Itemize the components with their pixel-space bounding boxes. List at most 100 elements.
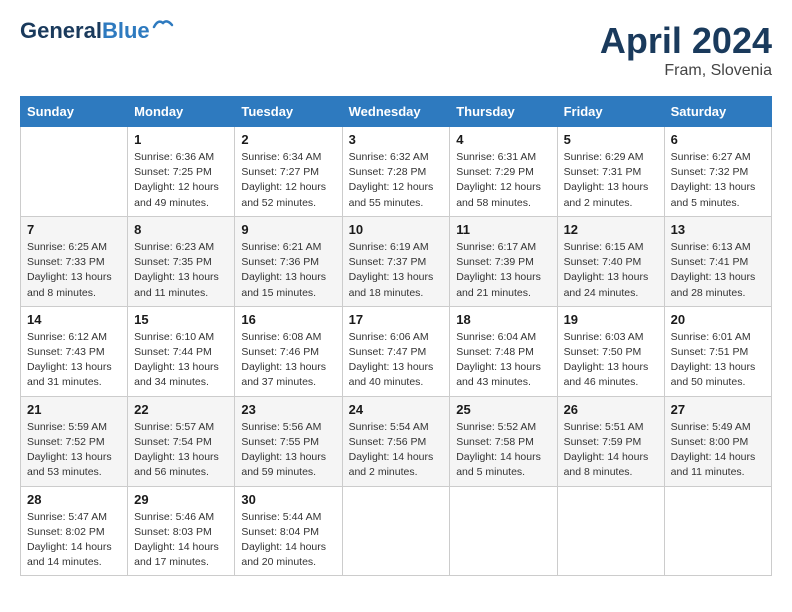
day-info: Sunrise: 6:31 AM Sunset: 7:29 PM Dayligh… [456,150,550,211]
calendar-cell: 30 Sunrise: 5:44 AM Sunset: 8:04 PM Dayli… [235,486,342,576]
calendar-cell: 9 Sunrise: 6:21 AM Sunset: 7:36 PM Daylig… [235,216,342,306]
day-info: Sunrise: 6:36 AM Sunset: 7:25 PM Dayligh… [134,150,228,211]
day-info: Sunrise: 6:12 AM Sunset: 7:43 PM Dayligh… [27,330,121,391]
day-info: Sunrise: 5:59 AM Sunset: 7:52 PM Dayligh… [27,420,121,481]
day-number: 2 [241,132,335,147]
logo-bird-icon [152,19,174,35]
day-number: 3 [349,132,444,147]
day-number: 26 [564,402,658,417]
day-number: 10 [349,222,444,237]
weekday-header-saturday: Saturday [664,97,771,127]
day-number: 6 [671,132,765,147]
day-info: Sunrise: 5:56 AM Sunset: 7:55 PM Dayligh… [241,420,335,481]
day-number: 12 [564,222,658,237]
calendar-cell [664,486,771,576]
calendar-cell: 12 Sunrise: 6:15 AM Sunset: 7:40 PM Dayli… [557,216,664,306]
weekday-header-tuesday: Tuesday [235,97,342,127]
day-info: Sunrise: 6:21 AM Sunset: 7:36 PM Dayligh… [241,240,335,301]
calendar-cell: 20 Sunrise: 6:01 AM Sunset: 7:51 PM Dayli… [664,306,771,396]
day-number: 30 [241,492,335,507]
weekday-header-monday: Monday [128,97,235,127]
day-number: 9 [241,222,335,237]
day-number: 27 [671,402,765,417]
calendar-table: SundayMondayTuesdayWednesdayThursdayFrid… [20,96,772,576]
day-number: 24 [349,402,444,417]
calendar-cell: 1 Sunrise: 6:36 AM Sunset: 7:25 PM Daylig… [128,127,235,217]
day-info: Sunrise: 5:47 AM Sunset: 8:02 PM Dayligh… [27,510,121,571]
day-info: Sunrise: 6:15 AM Sunset: 7:40 PM Dayligh… [564,240,658,301]
calendar-week-row: 28 Sunrise: 5:47 AM Sunset: 8:02 PM Dayli… [21,486,772,576]
day-info: Sunrise: 6:32 AM Sunset: 7:28 PM Dayligh… [349,150,444,211]
calendar-cell: 15 Sunrise: 6:10 AM Sunset: 7:44 PM Dayli… [128,306,235,396]
calendar-week-row: 1 Sunrise: 6:36 AM Sunset: 7:25 PM Daylig… [21,127,772,217]
day-info: Sunrise: 6:10 AM Sunset: 7:44 PM Dayligh… [134,330,228,391]
day-number: 29 [134,492,228,507]
day-number: 8 [134,222,228,237]
calendar-cell: 13 Sunrise: 6:13 AM Sunset: 7:41 PM Dayli… [664,216,771,306]
weekday-header-wednesday: Wednesday [342,97,450,127]
weekday-header-sunday: Sunday [21,97,128,127]
weekday-header-thursday: Thursday [450,97,557,127]
day-info: Sunrise: 6:04 AM Sunset: 7:48 PM Dayligh… [456,330,550,391]
month-year-title: April 2024 [600,20,772,62]
day-number: 4 [456,132,550,147]
calendar-cell: 21 Sunrise: 5:59 AM Sunset: 7:52 PM Dayli… [21,396,128,486]
day-number: 17 [349,312,444,327]
day-number: 25 [456,402,550,417]
logo-text: GeneralBlue [20,20,150,42]
calendar-cell: 2 Sunrise: 6:34 AM Sunset: 7:27 PM Daylig… [235,127,342,217]
day-info: Sunrise: 6:01 AM Sunset: 7:51 PM Dayligh… [671,330,765,391]
calendar-cell [342,486,450,576]
day-info: Sunrise: 5:44 AM Sunset: 8:04 PM Dayligh… [241,510,335,571]
calendar-week-row: 7Sunrise: 6:25 AM Sunset: 7:33 PM Daylig… [21,216,772,306]
day-number: 22 [134,402,228,417]
calendar-cell: 6 Sunrise: 6:27 AM Sunset: 7:32 PM Daylig… [664,127,771,217]
day-info: Sunrise: 6:29 AM Sunset: 7:31 PM Dayligh… [564,150,658,211]
day-info: Sunrise: 6:08 AM Sunset: 7:46 PM Dayligh… [241,330,335,391]
calendar-cell: 26 Sunrise: 5:51 AM Sunset: 7:59 PM Dayli… [557,396,664,486]
calendar-cell: 23 Sunrise: 5:56 AM Sunset: 7:55 PM Dayli… [235,396,342,486]
day-info: Sunrise: 5:57 AM Sunset: 7:54 PM Dayligh… [134,420,228,481]
calendar-cell: 8 Sunrise: 6:23 AM Sunset: 7:35 PM Daylig… [128,216,235,306]
day-number: 11 [456,222,550,237]
weekday-header-row: SundayMondayTuesdayWednesdayThursdayFrid… [21,97,772,127]
day-number: 14 [27,312,121,327]
day-info: Sunrise: 5:51 AM Sunset: 7:59 PM Dayligh… [564,420,658,481]
weekday-header-friday: Friday [557,97,664,127]
day-number: 23 [241,402,335,417]
day-info: Sunrise: 5:49 AM Sunset: 8:00 PM Dayligh… [671,420,765,481]
day-info: Sunrise: 6:27 AM Sunset: 7:32 PM Dayligh… [671,150,765,211]
calendar-cell: 14 Sunrise: 6:12 AM Sunset: 7:43 PM Dayli… [21,306,128,396]
calendar-week-row: 21 Sunrise: 5:59 AM Sunset: 7:52 PM Dayli… [21,396,772,486]
location-subtitle: Fram, Slovenia [600,62,772,80]
calendar-cell: 5Sunrise: 6:29 AM Sunset: 7:31 PM Daylig… [557,127,664,217]
calendar-cell: 22 Sunrise: 5:57 AM Sunset: 7:54 PM Dayli… [128,396,235,486]
day-info: Sunrise: 6:19 AM Sunset: 7:37 PM Dayligh… [349,240,444,301]
calendar-cell: 29 Sunrise: 5:46 AM Sunset: 8:03 PM Dayli… [128,486,235,576]
calendar-cell: 18Sunrise: 6:04 AM Sunset: 7:48 PM Dayli… [450,306,557,396]
day-number: 21 [27,402,121,417]
calendar-cell: 27 Sunrise: 5:49 AM Sunset: 8:00 PM Dayli… [664,396,771,486]
day-number: 20 [671,312,765,327]
calendar-cell [557,486,664,576]
day-info: Sunrise: 6:03 AM Sunset: 7:50 PM Dayligh… [564,330,658,391]
day-info: Sunrise: 6:34 AM Sunset: 7:27 PM Dayligh… [241,150,335,211]
day-number: 15 [134,312,228,327]
day-number: 28 [27,492,121,507]
title-block: April 2024 Fram, Slovenia [600,20,772,80]
day-number: 19 [564,312,658,327]
calendar-cell: 16 Sunrise: 6:08 AM Sunset: 7:46 PM Dayli… [235,306,342,396]
day-info: Sunrise: 5:46 AM Sunset: 8:03 PM Dayligh… [134,510,228,571]
day-number: 13 [671,222,765,237]
calendar-cell: 19 Sunrise: 6:03 AM Sunset: 7:50 PM Dayli… [557,306,664,396]
day-number: 16 [241,312,335,327]
calendar-cell: 17Sunrise: 6:06 AM Sunset: 7:47 PM Dayli… [342,306,450,396]
calendar-cell: 3 Sunrise: 6:32 AM Sunset: 7:28 PM Daylig… [342,127,450,217]
day-info: Sunrise: 6:25 AM Sunset: 7:33 PM Dayligh… [27,240,121,301]
day-info: Sunrise: 6:23 AM Sunset: 7:35 PM Dayligh… [134,240,228,301]
day-info: Sunrise: 5:52 AM Sunset: 7:58 PM Dayligh… [456,420,550,481]
day-number: 1 [134,132,228,147]
day-info: Sunrise: 6:13 AM Sunset: 7:41 PM Dayligh… [671,240,765,301]
calendar-week-row: 14 Sunrise: 6:12 AM Sunset: 7:43 PM Dayli… [21,306,772,396]
calendar-cell: 4 Sunrise: 6:31 AM Sunset: 7:29 PM Daylig… [450,127,557,217]
